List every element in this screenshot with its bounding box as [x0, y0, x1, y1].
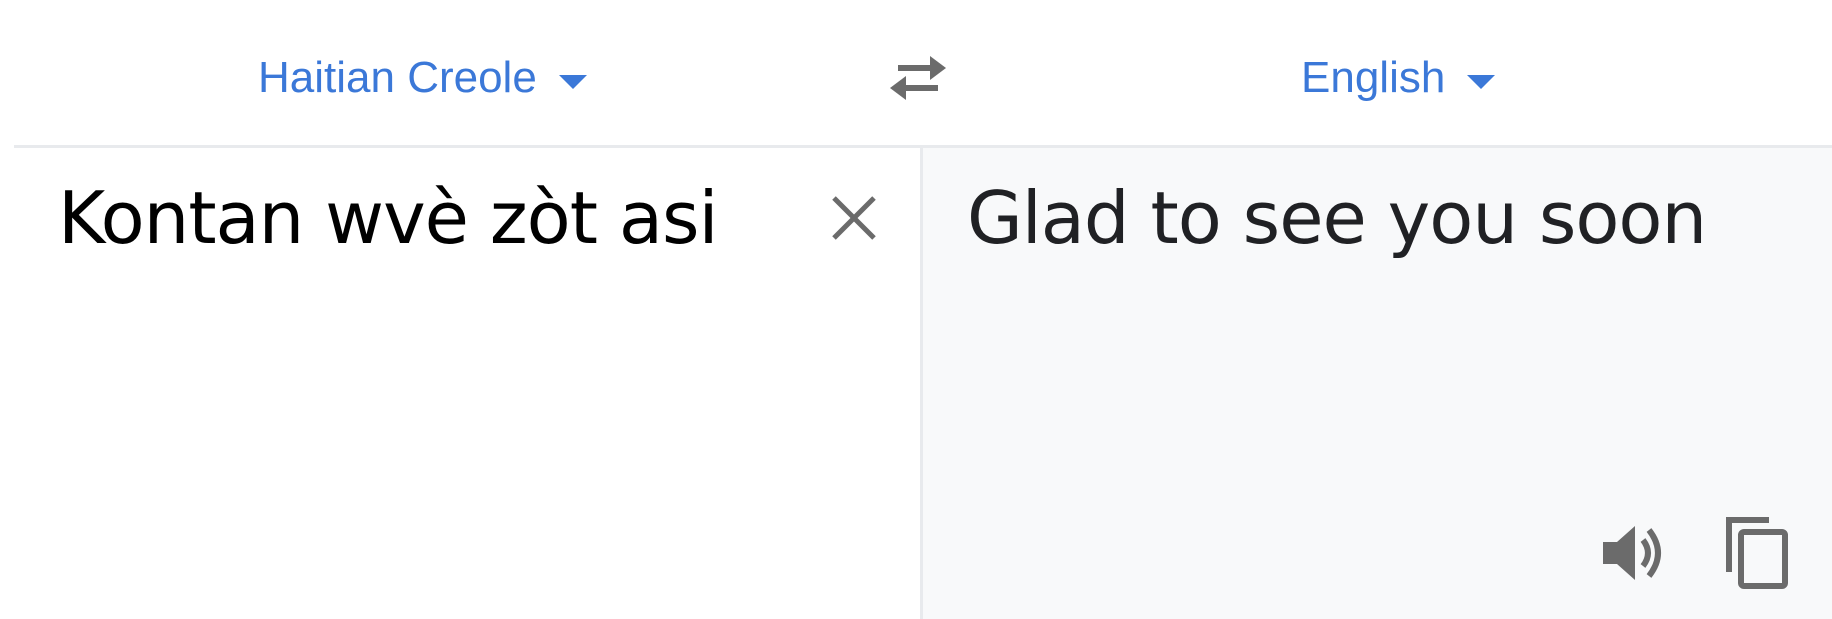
copy-icon	[1726, 517, 1788, 589]
source-text-pane[interactable]: Kontan wvè zòt asi	[0, 148, 920, 619]
copy-translation-button[interactable]	[1723, 514, 1793, 590]
source-dropdown-caret-icon	[558, 75, 587, 89]
listen-translation-button[interactable]	[1599, 518, 1669, 588]
source-language-label: Haitian Creole	[258, 53, 537, 102]
clear-source-button[interactable]	[826, 190, 882, 246]
source-text-input[interactable]: Kontan wvè zòt asi	[58, 176, 718, 260]
close-icon	[832, 196, 876, 240]
target-language-selector[interactable]: English	[1301, 48, 1496, 108]
translation-output-text: Glad to see you soon	[967, 176, 1707, 260]
swap-arrows-icon	[890, 56, 946, 100]
speaker-icon	[1603, 526, 1661, 580]
translation-output-pane: Glad to see you soon	[920, 148, 1832, 619]
swap-languages-button[interactable]	[886, 52, 950, 104]
source-language-selector[interactable]: Haitian Creole	[258, 48, 587, 108]
language-bar: Haitian Creole English	[0, 0, 1832, 146]
target-dropdown-caret-icon	[1467, 75, 1496, 89]
target-language-label: English	[1301, 53, 1446, 102]
